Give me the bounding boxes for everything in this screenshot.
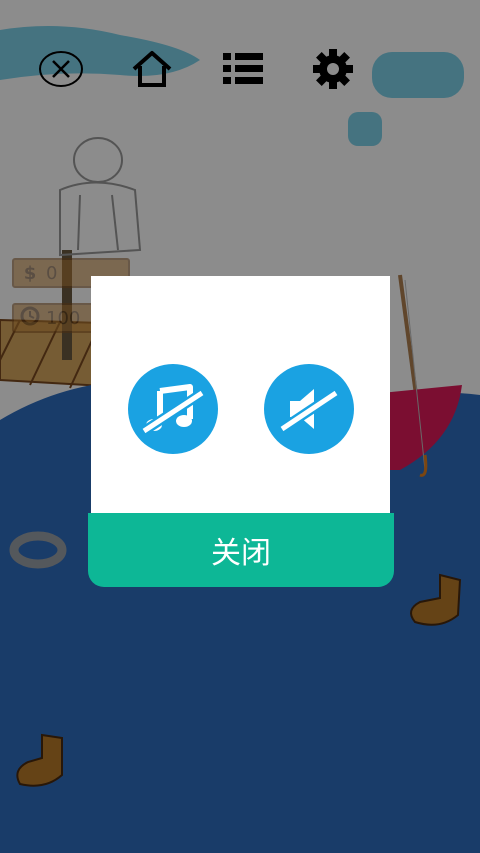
close-button[interactable]: 关闭 [88,513,394,587]
sound-toggle-button[interactable] [264,364,354,454]
music-off-icon [141,384,205,436]
speaker-mute-icon [279,388,339,434]
music-toggle-button[interactable] [128,364,218,454]
sound-settings-dialog [91,276,390,516]
